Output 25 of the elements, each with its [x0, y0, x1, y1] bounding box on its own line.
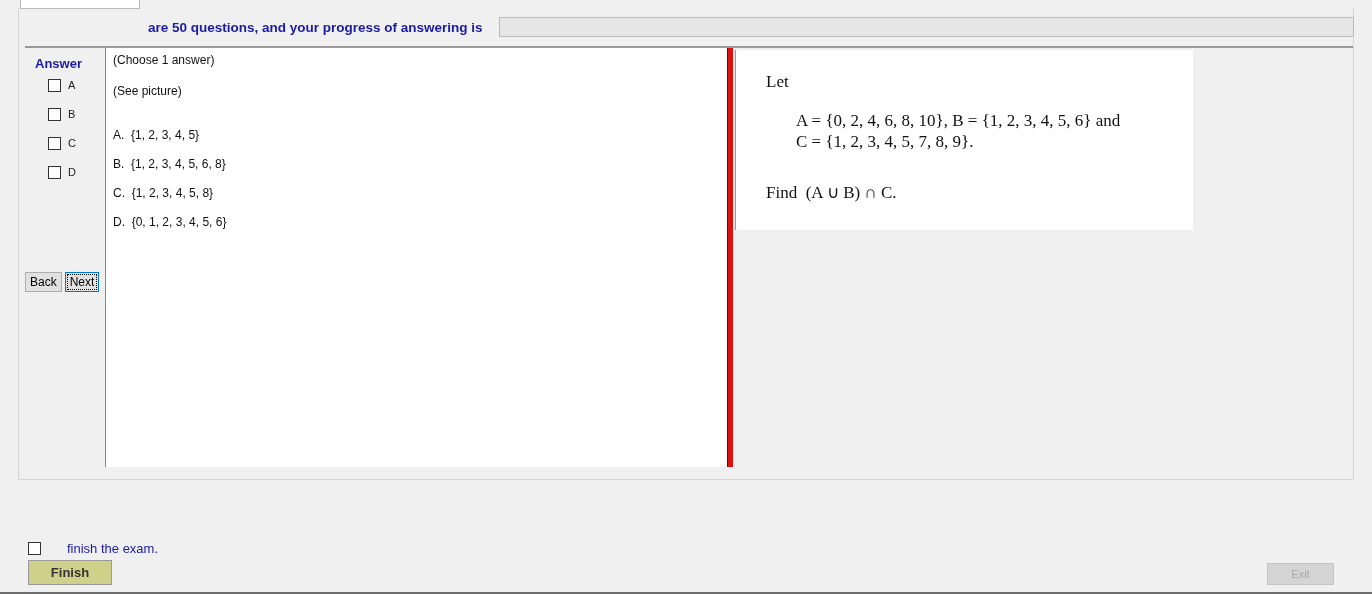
finish-button[interactable]: Finish	[28, 560, 112, 585]
finish-label: finish the exam.	[67, 541, 159, 556]
choice-text: A. {1, 2, 3, 4, 5}	[113, 128, 201, 142]
answer-checkbox[interactable]	[48, 108, 61, 121]
option-label: A	[68, 79, 76, 91]
image-text: Let	[766, 72, 790, 92]
finish-checkbox[interactable]	[28, 542, 41, 555]
choice-text: D. {0, 1, 2, 3, 4, 5, 6}	[113, 215, 228, 229]
option-label: B	[68, 108, 76, 120]
image-text: Find (A ∪ B) ∩ C.	[766, 182, 898, 203]
answer-title: Answer	[35, 56, 83, 71]
option-label: C	[68, 137, 76, 149]
question-text: (Choose 1 answer)	[113, 53, 216, 67]
option-label: D	[68, 166, 76, 178]
image-text: A = {0, 2, 4, 6, 8, 10}, B = {1, 2, 3, 4, 5, 6} and	[796, 110, 1122, 131]
next-button[interactable]: Next	[64, 272, 100, 292]
choice-text: B. {1, 2, 3, 4, 5, 6, 8}	[113, 157, 227, 171]
answer-checkbox[interactable]	[48, 79, 61, 92]
image-text: C = {1, 2, 3, 4, 5, 7, 8, 9}.	[796, 131, 975, 152]
answer-checkbox[interactable]	[48, 166, 61, 179]
progress-caption: are 50 questions, and your progress of answering is	[148, 19, 483, 35]
answer-checkbox[interactable]	[48, 137, 61, 150]
choice-text: C. {1, 2, 3, 4, 5, 8}	[113, 186, 215, 200]
question-text: (See picture)	[113, 84, 183, 98]
back-button[interactable]: Back	[25, 272, 62, 292]
